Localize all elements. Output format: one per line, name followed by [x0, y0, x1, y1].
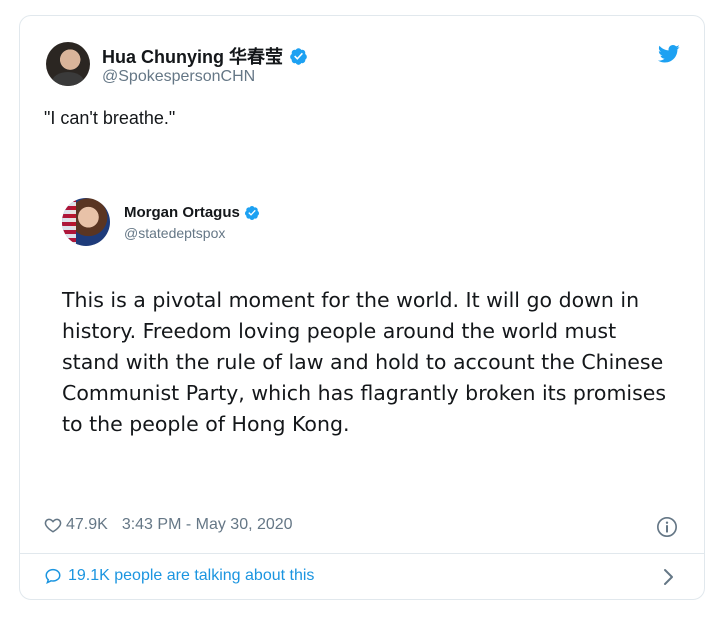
author-handle[interactable]: @SpokespersonCHN — [102, 68, 255, 86]
info-icon[interactable] — [656, 516, 678, 538]
tweet-timestamp[interactable]: 3:43 PM - May 30, 2020 — [122, 516, 293, 534]
verified-badge-icon — [290, 47, 307, 65]
quoted-author-name-row: Morgan Ortagus — [124, 204, 260, 221]
verified-badge-icon — [244, 205, 259, 220]
like-count[interactable]: 47.9K — [66, 516, 108, 534]
speech-bubble-icon — [45, 568, 61, 585]
heart-icon[interactable] — [44, 516, 62, 534]
quoted-tweet[interactable]: Morgan Ortagus @statedeptspox This is a … — [44, 173, 680, 496]
chevron-right-icon[interactable] — [662, 568, 674, 586]
conversation-link[interactable]: 19.1K people are talking about this — [44, 567, 314, 585]
quoted-author-avatar[interactable] — [62, 198, 110, 246]
conversation-count[interactable]: 19.1K people are talking about this — [68, 567, 314, 585]
author-avatar[interactable] — [46, 42, 90, 86]
author-name[interactable]: Hua Chunying 华春莹 — [102, 43, 283, 69]
tweet-card: Hua Chunying 华春莹 @SpokespersonCHN "I can… — [19, 15, 705, 600]
author-name-row[interactable]: Hua Chunying 华春莹 — [102, 43, 308, 69]
tweet-text: "I can't breathe." — [44, 108, 176, 128]
twitter-bird-icon[interactable] — [658, 44, 680, 64]
divider — [20, 553, 704, 554]
quoted-author-handle: @statedeptspox — [124, 225, 226, 241]
quoted-tweet-text: This is a pivotal moment for the world. … — [62, 288, 667, 436]
quoted-author-name: Morgan Ortagus — [124, 204, 240, 221]
tweet-meta: 47.9K 3:43 PM - May 30, 2020 — [44, 516, 293, 534]
